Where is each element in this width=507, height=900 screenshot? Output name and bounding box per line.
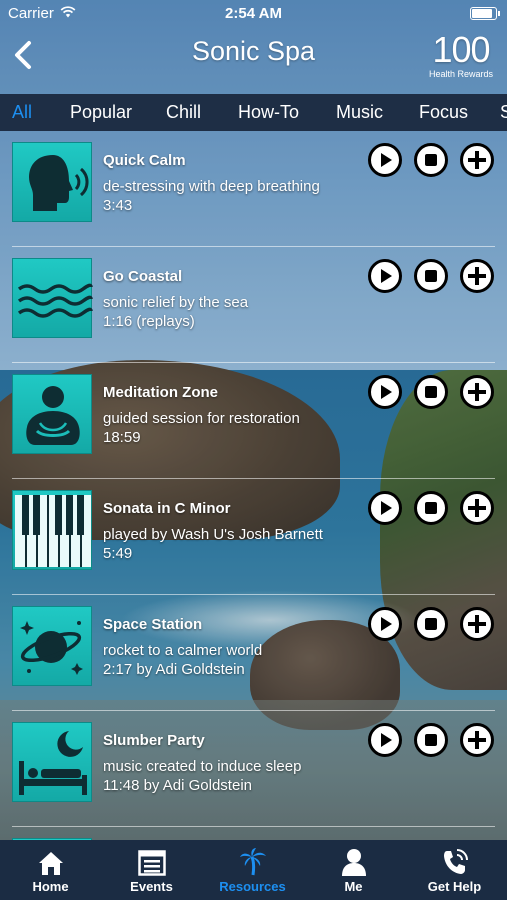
- stop-icon: [425, 386, 437, 398]
- tab-popular[interactable]: Popular: [70, 102, 132, 123]
- item-duration: 2:17 by Adi Goldstein: [103, 661, 245, 678]
- item-duration: 5:49: [103, 545, 133, 562]
- list-item[interactable]: [0, 827, 507, 840]
- tab-focus[interactable]: Focus: [419, 102, 468, 123]
- item-title: Go Coastal: [103, 268, 183, 285]
- item-description: played by Wash U's Josh Barnett: [103, 526, 323, 543]
- list-item[interactable]: Slumber Party music created to induce sl…: [0, 711, 507, 827]
- bed-moon-icon: [12, 722, 92, 802]
- play-icon: [381, 269, 392, 283]
- list-item[interactable]: Go Coastal sonic relief by the sea 1:16 …: [0, 247, 507, 363]
- stop-icon: [425, 270, 437, 282]
- add-button[interactable]: [460, 259, 494, 293]
- rewards-count: 100: [432, 29, 490, 70]
- play-button[interactable]: [368, 259, 402, 293]
- list-item[interactable]: Quick Calm de-stressing with deep breath…: [0, 131, 507, 247]
- home-icon: [38, 852, 63, 875]
- bottom-tab-bar: Home Events Resources Me Get Help: [0, 840, 507, 900]
- add-icon: [468, 731, 486, 749]
- tab-how-to[interactable]: How-To: [238, 102, 299, 123]
- status-bar: Carrier 2:54 AM: [0, 0, 507, 28]
- stop-button[interactable]: [414, 607, 448, 641]
- list-item[interactable]: Meditation Zone guided session for resto…: [0, 363, 507, 479]
- item-title: Meditation Zone: [103, 384, 218, 401]
- item-duration: 3:43: [103, 197, 133, 214]
- category-tabs: All Popular Chill How-To Music Focus S: [0, 94, 507, 131]
- item-description: rocket to a calmer world: [103, 642, 263, 659]
- add-button[interactable]: [460, 375, 494, 409]
- stop-button[interactable]: [414, 491, 448, 525]
- item-title: Sonata in C Minor: [103, 500, 231, 517]
- stop-icon: [425, 618, 437, 630]
- add-button[interactable]: [460, 607, 494, 641]
- stop-button[interactable]: [414, 375, 448, 409]
- list-item[interactable]: Sonata in C Minor played by Wash U's Jos…: [0, 479, 507, 595]
- palm-tree-icon: [239, 848, 266, 876]
- meditating-person-icon: [12, 374, 92, 454]
- tab-s[interactable]: S: [500, 102, 507, 123]
- stop-icon: [425, 154, 437, 166]
- events-icon: [137, 850, 166, 876]
- add-icon: [468, 383, 486, 401]
- add-icon: [468, 499, 486, 517]
- add-button[interactable]: [460, 723, 494, 757]
- tabbar-label: Get Help: [427, 879, 482, 894]
- play-icon: [381, 617, 392, 631]
- item-title: Slumber Party: [103, 732, 205, 749]
- item-title: Space Station: [103, 616, 203, 633]
- add-button[interactable]: [460, 143, 494, 177]
- tabbar-home[interactable]: Home: [0, 840, 101, 900]
- tab-music[interactable]: Music: [336, 102, 383, 123]
- tabbar-events[interactable]: Events: [101, 840, 202, 900]
- play-button[interactable]: [368, 607, 402, 641]
- play-icon: [381, 153, 392, 167]
- stop-icon: [425, 734, 437, 746]
- play-icon: [381, 501, 392, 515]
- status-time: 2:54 AM: [225, 5, 282, 22]
- tabbar-get-help[interactable]: Get Help: [404, 840, 505, 900]
- planet-icon: [12, 606, 92, 686]
- add-icon: [468, 267, 486, 285]
- tabbar-label: Resources: [219, 879, 286, 894]
- rewards-label: Health Rewards: [428, 69, 493, 79]
- audio-list: Quick Calm de-stressing with deep breath…: [0, 131, 507, 840]
- tabbar-label: Home: [32, 879, 69, 894]
- item-title: Quick Calm: [103, 152, 186, 169]
- stop-button[interactable]: [414, 259, 448, 293]
- stop-button[interactable]: [414, 143, 448, 177]
- tab-chill[interactable]: Chill: [166, 102, 201, 123]
- play-icon: [381, 733, 392, 747]
- waves-icon: [12, 258, 93, 338]
- tabbar-label: Me: [344, 879, 363, 894]
- item-description: music created to induce sleep: [103, 758, 302, 775]
- tabbar-resources[interactable]: Resources: [202, 840, 303, 900]
- item-description: guided session for restoration: [103, 410, 300, 427]
- piano-keys-icon: [12, 490, 92, 570]
- add-icon: [468, 151, 486, 169]
- item-duration: 18:59: [103, 429, 141, 446]
- add-icon: [468, 615, 486, 633]
- health-rewards[interactable]: 100 Health Rewards: [428, 29, 493, 80]
- tabbar-me[interactable]: Me: [303, 840, 404, 900]
- add-button[interactable]: [460, 491, 494, 525]
- play-button[interactable]: [368, 491, 402, 525]
- person-icon: [341, 849, 366, 876]
- item-duration: 11:48 by Adi Goldstein: [103, 777, 252, 794]
- item-description: de-stressing with deep breathing: [103, 178, 320, 195]
- phone-icon: [443, 849, 468, 874]
- list-item[interactable]: Space Station rocket to a calmer world 2…: [0, 595, 507, 711]
- item-description: sonic relief by the sea: [103, 294, 249, 311]
- item-duration: 1:16 (replays): [103, 313, 195, 330]
- play-button[interactable]: [368, 723, 402, 757]
- play-button[interactable]: [368, 143, 402, 177]
- battery-icon: [470, 7, 500, 20]
- head-breathing-icon: [12, 142, 92, 222]
- stop-icon: [425, 502, 437, 514]
- stop-button[interactable]: [414, 723, 448, 757]
- play-icon: [381, 385, 392, 399]
- tab-all[interactable]: All: [12, 102, 32, 123]
- play-button[interactable]: [368, 375, 402, 409]
- header: Sonic Spa 100 Health Rewards: [0, 28, 507, 94]
- tabbar-label: Events: [130, 879, 173, 894]
